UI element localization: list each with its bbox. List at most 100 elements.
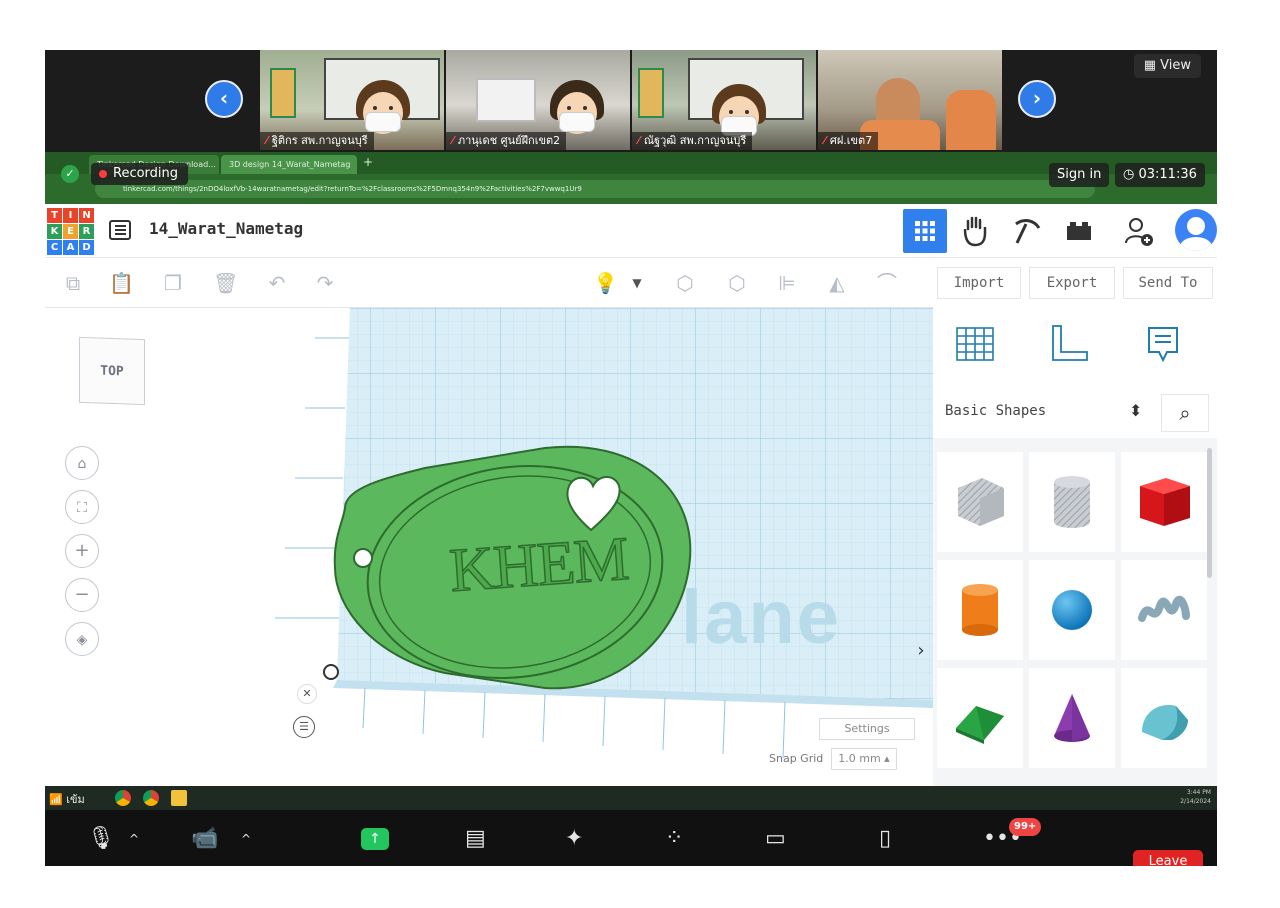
notes-button[interactable]: ▯: [879, 826, 891, 852]
settings-button[interactable]: Settings: [819, 718, 915, 740]
shape-box-hole[interactable]: [937, 452, 1023, 552]
shape-category-select[interactable]: Basic Shapes ⬍ ⌕: [933, 388, 1217, 438]
shape-hole-icon[interactable]: ⬡: [725, 271, 749, 295]
video-button[interactable]: 📹: [191, 826, 218, 852]
logo-letter: D: [79, 240, 94, 255]
shape-cylinder-hole[interactable]: [1029, 452, 1115, 552]
audio-options-chevron-icon[interactable]: ^: [129, 826, 139, 852]
design-list-icon[interactable]: [109, 220, 131, 240]
export-button[interactable]: Export: [1029, 267, 1115, 299]
network-status[interactable]: 📶 เข้ม: [49, 790, 85, 808]
chat-button[interactable]: ▭: [765, 826, 786, 852]
shape-solid-icon[interactable]: ⬡: [673, 271, 697, 295]
view-cube[interactable]: TOP: [79, 336, 145, 406]
panel-collapse-icon[interactable]: ›: [911, 638, 931, 664]
category-label: Basic Shapes: [945, 403, 1047, 419]
delete-icon[interactable]: 🗑: [213, 271, 238, 295]
perspective-button[interactable]: ◈: [65, 622, 99, 656]
panel-scrollbar[interactable]: [1207, 448, 1212, 578]
file-explorer-icon[interactable]: [171, 790, 187, 806]
participant-tile: ⁄ ภานุเดช ศูนย์ฝึกเขต2: [446, 50, 630, 150]
mic-off-icon: 🎙: [87, 826, 115, 851]
workplane[interactable]: lane KHEM TOP ⌂ ⛶ + − ◈ ✕ ☰ Settings Sna…: [45, 308, 933, 786]
recording-indicator[interactable]: Recording: [91, 163, 189, 185]
avatar-face: [356, 80, 410, 140]
avatar-face: [550, 80, 604, 140]
align-icon[interactable]: ⊫: [775, 271, 799, 295]
person-shirt: [946, 90, 996, 150]
lightbulb-icon[interactable]: 💡: [593, 271, 618, 295]
snap-grid-select[interactable]: 1.0 mm ▴: [831, 748, 897, 770]
design-title[interactable]: 14_Warat_Nametag: [149, 219, 303, 238]
codeblocks-view-button[interactable]: [1005, 209, 1049, 253]
view-button[interactable]: ▦ View: [1133, 54, 1201, 78]
chrome-icon[interactable]: [115, 790, 131, 806]
send-to-button[interactable]: Send To: [1123, 267, 1213, 299]
shape-box[interactable]: [1121, 452, 1207, 552]
panel-tools-row: [933, 308, 1217, 388]
import-button[interactable]: Import: [937, 267, 1021, 299]
participant-name: ⁄ ศฝ.เขต7: [818, 132, 879, 150]
mirror-icon[interactable]: ◭: [825, 271, 849, 295]
fit-view-button[interactable]: ⛶: [65, 490, 99, 524]
mic-muted-icon: ⁄: [824, 134, 826, 147]
round-roof-icon: [1142, 705, 1188, 740]
ruler-icon[interactable]: [1045, 322, 1093, 366]
shape-sphere[interactable]: [1029, 560, 1115, 660]
home-icon: ⌂: [77, 456, 87, 472]
apps-button[interactable]: ⁘: [665, 826, 683, 852]
snap-grid-control[interactable]: Snap Grid 1.0 mm ▴: [769, 748, 897, 770]
tinkercad-logo[interactable]: T I N K E R C A D: [47, 208, 95, 256]
shape-roof[interactable]: [937, 668, 1023, 768]
shape-scribble[interactable]: [1121, 560, 1207, 660]
participant-name: ⁄ ฐิติกร สพ.กาญจนบุรี: [260, 132, 374, 150]
workplane-icon[interactable]: [951, 322, 999, 366]
shape-cone[interactable]: [1029, 668, 1115, 768]
note-icon[interactable]: [1139, 322, 1187, 366]
blocks-view-button[interactable]: [953, 209, 997, 253]
ruler-icon[interactable]: ⌒: [875, 271, 899, 295]
3d-design-view-button[interactable]: [903, 209, 947, 253]
zoom-out-button[interactable]: −: [65, 578, 99, 612]
search-icon[interactable]: ⌕: [1161, 394, 1209, 432]
grid-icon: [915, 221, 935, 241]
shape-cylinder[interactable]: [937, 560, 1023, 660]
select-arrows-icon[interactable]: ⬍: [1129, 401, 1142, 420]
participant-tile: ⁄ ฐิติกร สพ.กาญจนบุรี: [260, 50, 444, 150]
new-tab-button[interactable]: +: [363, 155, 373, 169]
chevron-down-icon[interactable]: ▼: [625, 271, 649, 295]
redo-icon[interactable]: ↷: [313, 271, 337, 295]
address-bar[interactable]: tinkercad.com/things/2nDO4loxfVb-14warat…: [95, 180, 1095, 198]
zoom-in-button[interactable]: +: [65, 534, 99, 568]
user-avatar[interactable]: [1175, 209, 1217, 251]
invite-user-button[interactable]: [1117, 209, 1161, 253]
shape-round-roof[interactable]: [1121, 668, 1207, 768]
browser-chrome: Tinkercad Design Download... 3D design 1…: [45, 152, 1217, 204]
prev-participants-button[interactable]: ‹: [205, 80, 243, 118]
whiteboards-button[interactable]: ▤: [465, 826, 486, 852]
notes-icon[interactable]: ☰: [293, 716, 315, 738]
undo-icon[interactable]: ↶: [265, 271, 289, 295]
ai-companion-button[interactable]: ✦: [565, 826, 583, 852]
mute-button[interactable]: 🎙: [87, 826, 115, 852]
cylinder-icon: [962, 584, 998, 636]
video-options-chevron-icon[interactable]: ^: [241, 826, 251, 852]
app-header: T I N K E R C A D 14_Warat_Nametag: [45, 204, 1217, 258]
sign-in-button[interactable]: Sign in: [1049, 163, 1110, 187]
next-participants-button[interactable]: ›: [1018, 80, 1056, 118]
signal-icon: 📶: [49, 793, 67, 806]
share-screen-button[interactable]: ↑: [361, 828, 389, 850]
copy-icon[interactable]: ⧉: [61, 271, 85, 295]
home-view-button[interactable]: ⌂: [65, 446, 99, 480]
duplicate-icon[interactable]: ❐: [161, 271, 185, 295]
browser-tab-active[interactable]: 3D design 14_Warat_Nametag: [221, 155, 357, 174]
box-hole-icon: [958, 478, 1004, 526]
video-off-icon: 📹: [191, 826, 219, 851]
chrome-icon[interactable]: [143, 790, 159, 806]
paste-icon[interactable]: 📋: [109, 271, 134, 295]
leave-button[interactable]: Leave: [1133, 850, 1203, 866]
bricks-view-button[interactable]: [1057, 209, 1101, 253]
logo-letter: I: [63, 208, 78, 223]
close-icon[interactable]: ✕: [297, 684, 317, 704]
scribble-icon: [1138, 595, 1190, 622]
